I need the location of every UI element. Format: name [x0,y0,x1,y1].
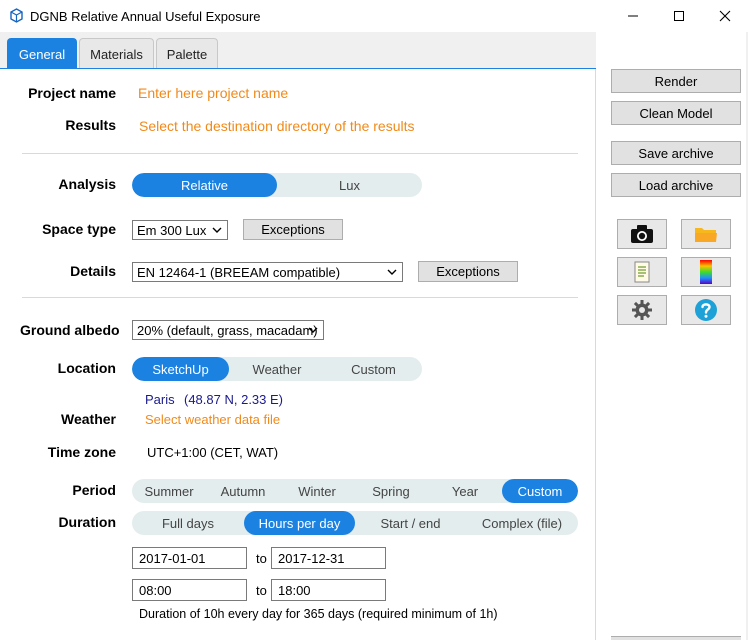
details-value: EN 12464-1 (BREEAM compatible) [137,264,341,280]
report-button[interactable] [617,257,667,287]
period-option-autumn[interactable]: Autumn [206,479,280,503]
window-title: DGNB Relative Annual Useful Exposure [30,9,261,24]
palette-button[interactable] [681,257,731,287]
analysis-option-relative[interactable]: Relative [132,173,277,197]
tab-materials[interactable]: Materials [79,38,154,69]
location-option-custom[interactable]: Custom [325,357,422,381]
period-toggle: Summer Autumn Winter Spring Year Custom [132,479,578,503]
space-type-value: Em 300 Lux [137,222,207,238]
maximize-button[interactable] [656,0,702,32]
open-folder-button[interactable] [681,219,731,249]
duration-option-hours-per-day[interactable]: Hours per day [244,511,355,535]
time-zone-label: Time zone [47,444,116,460]
tab-palette[interactable]: Palette [156,38,218,69]
duration-label: Duration [58,514,116,530]
space-type-select[interactable]: Em 300 Lux [132,220,228,240]
settings-button[interactable] [617,295,667,325]
duration-toggle: Full days Hours per day Start / end Comp… [132,511,578,535]
results-label: Results [65,117,116,133]
render-button[interactable]: Render [611,69,741,93]
to-label: to [256,583,267,598]
location-coordinates: (48.87 N, 2.33 E) [184,392,283,407]
start-date-input[interactable]: 2017-01-01 [132,547,247,569]
ground-albedo-select[interactable]: 20% (default, grass, macadam) [132,320,324,340]
details-exceptions-button[interactable]: Exceptions [418,261,518,282]
location-option-weather[interactable]: Weather [229,357,325,381]
color-scale-icon [700,260,712,284]
duration-option-full-days[interactable]: Full days [132,511,244,535]
duration-option-complex-file[interactable]: Complex (file) [466,511,578,535]
project-name-input[interactable]: Enter here project name [138,85,288,101]
start-time-input[interactable]: 08:00 [132,579,247,601]
chevron-down-icon [212,227,222,233]
divider [22,153,578,154]
duration-summary: Duration of 10h every day for 365 days (… [139,607,498,621]
tab-general[interactable]: General [7,38,77,69]
location-label: Location [57,360,116,376]
analysis-label: Analysis [58,176,116,192]
minimize-button[interactable] [610,0,656,32]
folder-icon [695,228,717,242]
clean-model-button[interactable]: Clean Model [611,101,741,125]
camera-icon [631,225,653,243]
tab-underline [0,68,596,69]
divider [22,297,578,298]
project-name-label: Project name [28,85,116,101]
camera-button[interactable] [617,219,667,249]
minimize-icon [628,15,638,17]
weather-file-input[interactable]: Select weather data file [145,412,280,427]
period-option-winter[interactable]: Winter [280,479,354,503]
sketchup-app-icon [9,8,24,23]
results-directory-input[interactable]: Select the destination directory of the … [139,118,414,134]
maximize-icon [674,11,684,21]
analysis-option-lux[interactable]: Lux [277,173,422,197]
period-option-summer[interactable]: Summer [132,479,206,503]
load-archive-button[interactable]: Load archive [611,173,741,197]
space-type-label: Space type [42,221,116,237]
close-button[interactable] [702,0,748,32]
location-city: Paris [145,392,175,407]
help-icon [695,299,717,321]
weather-label: Weather [61,411,116,427]
chevron-down-icon [308,327,318,333]
details-label: Details [70,263,116,279]
ground-albedo-value: 20% (default, grass, macadam) [137,322,318,338]
period-label: Period [72,482,116,498]
duration-option-start-end[interactable]: Start / end [355,511,466,535]
period-option-custom[interactable]: Custom [502,479,578,503]
time-zone-value: UTC+1:00 (CET, WAT) [147,445,279,460]
end-date-input[interactable]: 2017-12-31 [271,547,386,569]
space-type-exceptions-button[interactable]: Exceptions [243,219,343,240]
period-option-year[interactable]: Year [428,479,502,503]
period-option-spring[interactable]: Spring [354,479,428,503]
gear-icon [632,300,652,320]
help-button[interactable] [681,295,731,325]
location-option-sketchup[interactable]: SketchUp [132,357,229,381]
chevron-down-icon [387,269,397,275]
partial-button[interactable] [611,636,741,640]
document-icon [634,261,650,283]
save-archive-button[interactable]: Save archive [611,141,741,165]
details-select[interactable]: EN 12464-1 (BREEAM compatible) [132,262,403,282]
location-toggle: SketchUp Weather Custom [132,357,422,381]
to-label: to [256,551,267,566]
end-time-input[interactable]: 18:00 [271,579,386,601]
analysis-toggle: Relative Lux [132,173,422,197]
ground-albedo-label: Ground albedo [20,322,120,338]
close-icon [719,10,731,22]
